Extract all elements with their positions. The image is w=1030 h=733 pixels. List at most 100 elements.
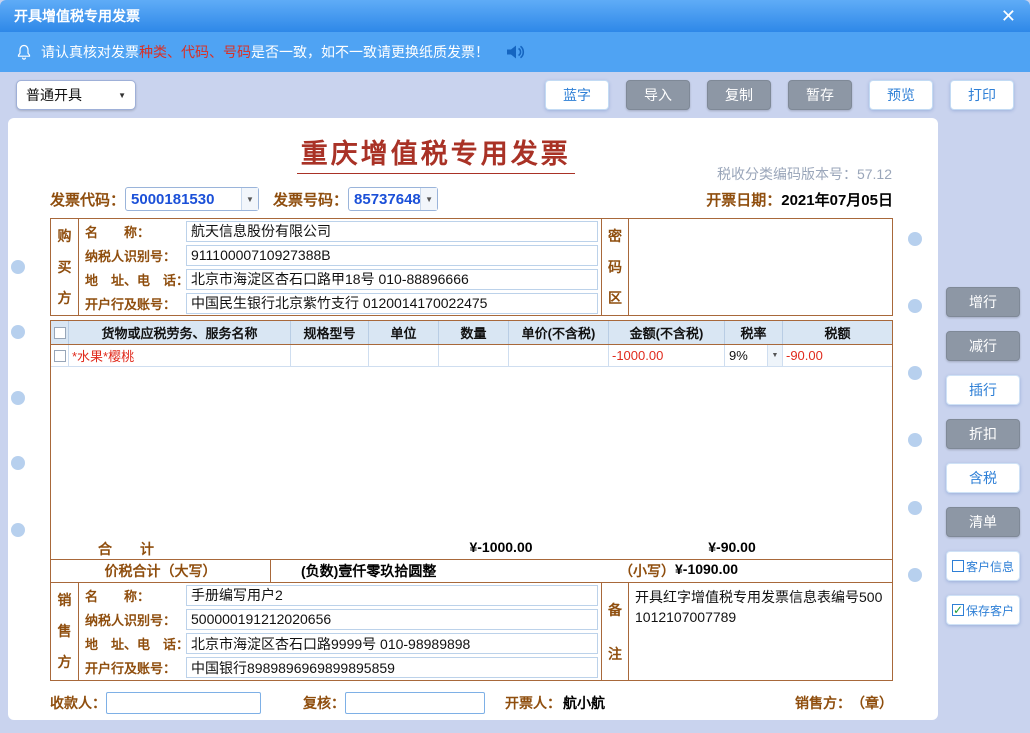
copy-button[interactable]: 复制 xyxy=(707,80,771,110)
decorative-dot xyxy=(908,433,922,447)
header-unit: 单位 xyxy=(369,321,439,344)
summary-small-value: ¥-1090.00 xyxy=(675,561,738,581)
tax-included-button[interactable]: 含税 xyxy=(946,463,1020,493)
buyer-name-label: 名 称： xyxy=(79,222,186,241)
seller-name-field[interactable]: 手册编写用户2 xyxy=(186,585,598,606)
select-all-checkbox[interactable] xyxy=(54,327,66,339)
import-button[interactable]: 导入 xyxy=(626,80,690,110)
customer-info-button[interactable]: 客户信息 xyxy=(946,551,1020,581)
item-tax-cell[interactable]: -90.00 xyxy=(783,345,892,366)
decorative-dot xyxy=(908,299,922,313)
remove-row-button[interactable]: 减行 xyxy=(946,331,1020,361)
items-table: 货物或应税劳务、服务名称 规格型号 单位 数量 单价(不含税) 金额(不含税) … xyxy=(50,320,893,560)
row-checkbox[interactable] xyxy=(54,350,66,362)
item-amount-cell[interactable]: -1000.00 xyxy=(609,345,725,366)
temp-save-button[interactable]: 暂存 xyxy=(788,80,852,110)
invoice-number-label: 发票号码： xyxy=(273,189,348,210)
seller-name-label: 名 称： xyxy=(79,586,186,605)
buyer-bank-field[interactable]: 中国民生银行北京紫竹支行 0120014170022475 xyxy=(186,293,598,314)
item-price-cell[interactable] xyxy=(509,345,609,366)
seller-taxid-field[interactable]: 500000191212020656 xyxy=(186,609,598,630)
item-name-cell[interactable]: *水果*樱桃 xyxy=(69,345,291,366)
header-spec: 规格型号 xyxy=(291,321,369,344)
notice-text: 请认真核对发票种类、代码、号码是否一致，如不一致请更换纸质发票！ xyxy=(41,42,489,62)
buyer-side-label: 购买方 xyxy=(51,219,79,315)
buyer-fields: 名 称： 航天信息股份有限公司 纳税人识别号： 9111000071092738… xyxy=(79,219,601,315)
invoice-mode-select[interactable]: 普通开具 ▼ xyxy=(16,80,136,110)
summary-label: 价税合计（大写） xyxy=(51,560,271,582)
customer-info-checkbox[interactable] xyxy=(952,560,964,572)
notice-text-before: 请认真核对发票 xyxy=(41,44,139,60)
footer-row: 收款人： 复核： 开票人： 航小航 销售方： （章） xyxy=(50,690,893,716)
invoice-code-label: 发票代码： xyxy=(50,189,125,210)
buyer-section: 购买方 名 称： 航天信息股份有限公司 纳税人识别号： 911100007109… xyxy=(50,218,893,316)
remark-field[interactable]: 开具红字增值税专用发票信息表编号5001012107007789 xyxy=(629,583,892,680)
summary-small: （小写） ¥-1090.00 xyxy=(619,561,738,581)
decorative-dot xyxy=(11,260,25,274)
decorative-dot xyxy=(908,501,922,515)
bell-icon xyxy=(16,44,32,61)
password-area-label: 密码区 xyxy=(601,219,629,315)
print-button[interactable]: 打印 xyxy=(950,80,1014,110)
decorative-dot xyxy=(908,232,922,246)
total-amount: ¥-1000.00 xyxy=(421,539,581,555)
buyer-name-field[interactable]: 航天信息股份有限公司 xyxy=(186,221,598,242)
decorative-dot xyxy=(908,568,922,582)
tax-code-version-note: 税收分类编码版本号：57.12 xyxy=(717,164,892,184)
blue-invoice-button[interactable]: 蓝字 xyxy=(545,80,609,110)
customer-info-label: 客户信息 xyxy=(966,558,1014,575)
seller-side-label: 销售方 xyxy=(51,583,79,680)
invoice-date-value: 2021年07月05日 xyxy=(781,189,893,210)
payee-input[interactable] xyxy=(106,692,261,714)
invoice-date-label: 开票日期： xyxy=(706,189,781,210)
items-header-row: 货物或应税劳务、服务名称 规格型号 单位 数量 单价(不含税) 金额(不含税) … xyxy=(51,321,892,345)
summary-amount-words: (负数)壹仟零玖拾圆整 xyxy=(301,561,436,581)
seller-bank-field[interactable]: 中国银行8989896969899895859 xyxy=(186,657,598,678)
header-tax-rate: 税率 xyxy=(725,321,783,344)
buyer-address-field[interactable]: 北京市海淀区杏石口路甲18号 010-88896666 xyxy=(186,269,598,290)
toolbar: 普通开具 ▼ 蓝字 导入 复制 暂存 预览 打印 xyxy=(0,72,1030,118)
header-amount: 金额(不含税) xyxy=(609,321,725,344)
invoice-number-select[interactable]: 85737648 ▼ xyxy=(348,187,438,211)
header-quantity: 数量 xyxy=(439,321,509,344)
buyer-address-label: 地 址、电 话： xyxy=(79,270,186,289)
chevron-down-icon: ▼ xyxy=(420,188,437,210)
invoice-code-select[interactable]: 5000181530 ▼ xyxy=(125,187,259,211)
add-row-button[interactable]: 增行 xyxy=(946,287,1020,317)
window-title: 开具增值税专用发票 xyxy=(14,6,140,26)
item-unit-cell[interactable] xyxy=(369,345,439,366)
save-customer-checkbox[interactable] xyxy=(952,604,964,616)
item-quantity-cell[interactable] xyxy=(439,345,509,366)
item-spec-cell[interactable] xyxy=(291,345,369,366)
insert-row-button[interactable]: 插行 xyxy=(946,375,1020,405)
decorative-dot xyxy=(11,523,25,537)
buyer-side-label-text: 购买方 xyxy=(57,221,72,314)
seller-address-field[interactable]: 北京市海淀区杏石口路9999号 010-98989898 xyxy=(186,633,598,654)
chevron-down-icon: ▼ xyxy=(118,91,126,100)
reviewer-input[interactable] xyxy=(345,692,485,714)
invoice-code-row: 发票代码： 5000181530 ▼ 发票号码： 85737648 ▼ 开票日期… xyxy=(50,186,893,212)
reviewer-label: 复核： xyxy=(303,693,345,713)
item-row: *水果*樱桃 -1000.00 9% ▼ -90.00 xyxy=(51,345,892,367)
buyer-taxid-field[interactable]: 91110000710927388B xyxy=(186,245,598,266)
header-unit-price: 单价(不含税) xyxy=(509,321,609,344)
save-customer-button[interactable]: 保存客户 xyxy=(946,595,1020,625)
buyer-bank-label: 开户行及账号： xyxy=(79,294,186,313)
item-taxrate-select[interactable]: 9% ▼ xyxy=(725,345,783,366)
invoice-title-text: 重庆增值税专用发票 xyxy=(297,139,575,174)
discount-button[interactable]: 折扣 xyxy=(946,419,1020,449)
total-label: 合 计 xyxy=(98,539,154,559)
preview-button[interactable]: 预览 xyxy=(869,80,933,110)
close-icon[interactable]: ✕ xyxy=(1001,7,1016,25)
item-taxrate-value: 9% xyxy=(725,348,767,363)
invoice-mode-value: 普通开具 xyxy=(26,85,82,105)
payee-label: 收款人： xyxy=(50,693,106,713)
invoice-date: 开票日期： 2021年07月05日 xyxy=(706,189,893,210)
toolbar-buttons: 蓝字 导入 复制 暂存 预览 打印 xyxy=(545,80,1014,110)
decorative-dot xyxy=(11,325,25,339)
drawer-value: 航小航 xyxy=(563,693,605,713)
notice-text-after: 是否一致，如不一致请更换纸质发票！ xyxy=(251,44,489,60)
list-button[interactable]: 清单 xyxy=(946,507,1020,537)
speaker-icon[interactable] xyxy=(505,43,525,61)
remark-label-text: 备注 xyxy=(608,588,623,676)
